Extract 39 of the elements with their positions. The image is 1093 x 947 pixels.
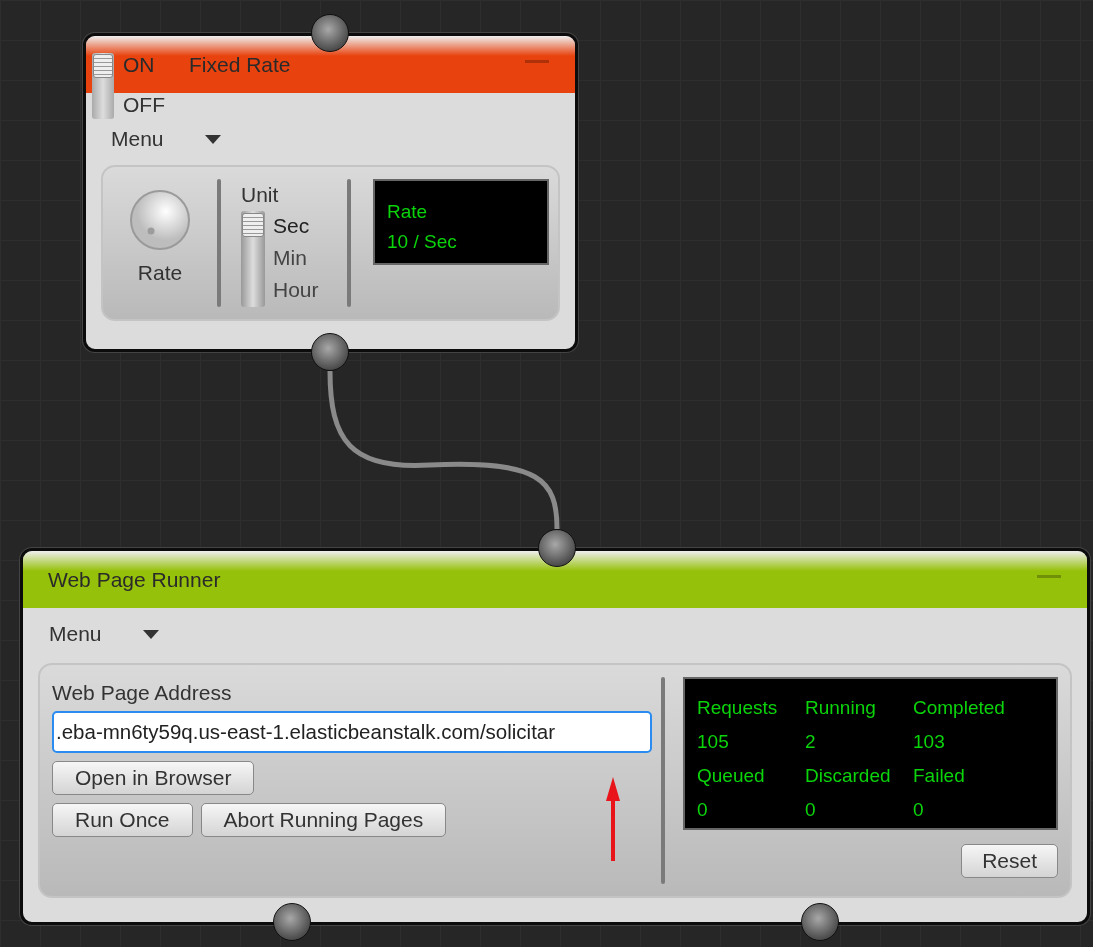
address-field[interactable]: .eba-mn6ty59q.us-east-1.elasticbeanstalk.com/solicitar [52, 711, 652, 753]
stat-value: 2 [805, 730, 816, 754]
knob-label: Rate [137, 261, 183, 285]
action-button[interactable]: Abort Running Pages [200, 803, 447, 837]
port-handle[interactable] [538, 529, 576, 567]
unit-option[interactable]: Sec [273, 211, 319, 243]
menu-dropdown[interactable]: Menu [49, 622, 159, 646]
stat-value: 103 [913, 730, 945, 754]
port-handle[interactable] [311, 14, 349, 52]
stat-label: Discarded [805, 764, 891, 788]
stat-label: Failed [913, 764, 965, 788]
caret-icon [143, 629, 159, 639]
knob-dial[interactable] [129, 189, 191, 251]
node-title: Web Page Runner [48, 567, 221, 592]
field-label: Web Page Address [52, 681, 232, 705]
action-button[interactable]: Run Once [52, 803, 193, 837]
unit-option[interactable]: Hour [273, 275, 319, 307]
menu-dropdown[interactable]: Menu [111, 127, 221, 151]
stat-value: 0 [697, 798, 708, 822]
action-button[interactable]: Open in Browser [52, 761, 255, 795]
stat-label: Running [805, 696, 876, 720]
reset-button[interactable]: Reset [961, 844, 1058, 878]
node-title: Fixed Rate [189, 52, 291, 77]
toggle-label: ON [123, 52, 156, 77]
unit-label: Unit [241, 183, 280, 208]
stat-label: Completed [913, 696, 1005, 720]
caret-icon [205, 134, 221, 144]
stat-value: 0 [913, 798, 924, 822]
stat-value: 0 [805, 798, 816, 822]
slider-thumb[interactable] [242, 213, 264, 237]
toggle-switch[interactable] [92, 53, 114, 119]
stat-label: Queued [697, 764, 765, 788]
display-text: 10 / Sec [387, 230, 457, 254]
toggle-label: OFF [123, 93, 165, 116]
display-text: Rate [387, 200, 428, 224]
stat-label: Requests [697, 696, 778, 720]
unit-slider[interactable] [241, 211, 265, 307]
unit-option[interactable]: Min [273, 243, 319, 275]
stat-value: 105 [697, 730, 729, 754]
